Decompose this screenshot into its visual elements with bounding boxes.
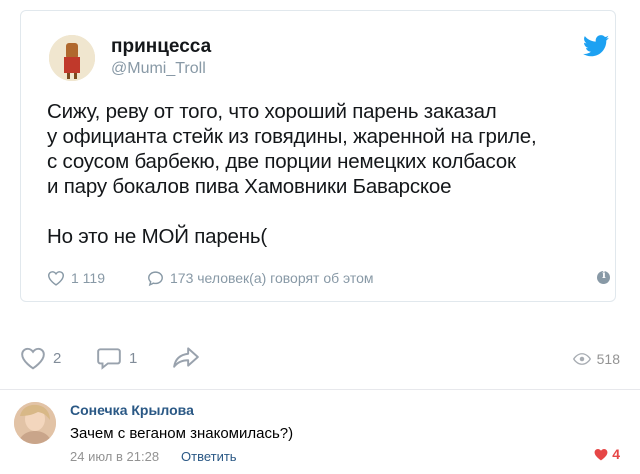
twitter-bird-icon[interactable]: [583, 35, 609, 57]
post-views: 518: [572, 351, 620, 367]
tweet-talking-text: 173 человек(а) говорят об этом: [170, 270, 374, 286]
tweet-author-handle[interactable]: @Mumi_Troll: [111, 60, 206, 78]
comment-like-count: 4: [612, 446, 620, 462]
tweet-line: и пару бокалов пива Хамовники Баварское: [47, 175, 452, 198]
comment-like-button[interactable]: 4: [594, 446, 620, 462]
tweet-like-count: 1 119: [71, 270, 105, 286]
avatar-photo-icon: [14, 402, 56, 444]
post-like-count: 2: [53, 349, 62, 367]
divider: [0, 389, 640, 390]
tweet-line: у официанта стейк из говядины, жаренной …: [47, 125, 537, 148]
tweet-conversation-button[interactable]: 173 человек(а) говорят об этом: [147, 267, 374, 289]
post-views-count: 518: [596, 351, 620, 367]
tweet-line: Но это не МОЙ парень(: [47, 225, 267, 248]
post-comment-button[interactable]: 1: [96, 346, 137, 370]
tweet-text: Сижу, реву от того, что хороший парень з…: [47, 99, 607, 249]
heart-filled-icon: [594, 448, 608, 460]
avatar-figure-icon: [49, 35, 95, 81]
comment-text: Зачем с веганом знакомилась?): [70, 425, 294, 442]
speech-bubble-icon: [148, 270, 163, 286]
comment-reply-link[interactable]: Ответить: [181, 449, 237, 464]
tweet-author-name[interactable]: принцесса: [111, 36, 211, 58]
post-like-button[interactable]: 2: [20, 346, 61, 370]
tweet-card: принцесса @Mumi_Troll Сижу, реву от того…: [20, 10, 616, 302]
post-share-button[interactable]: [172, 346, 200, 368]
tweet-like-button[interactable]: 1 119: [47, 267, 105, 289]
tweet-line: Сижу, реву от того, что хороший парень з…: [47, 100, 497, 123]
comment-timestamp[interactable]: 24 июл в 21:28: [70, 449, 159, 464]
comment-bubble-icon: [97, 348, 121, 370]
comment-avatar[interactable]: [14, 402, 56, 444]
tweet-footer: 1 119 173 человек(а) говорят об этом: [47, 267, 610, 289]
tweet-avatar[interactable]: [49, 35, 95, 81]
share-arrow-icon: [173, 347, 199, 368]
tweet-line: с соусом барбекю, две порции немецких ко…: [47, 150, 516, 173]
comment-author[interactable]: Сонечка Крылова: [70, 402, 194, 418]
info-icon[interactable]: [597, 270, 610, 284]
post-comment-count: 1: [129, 349, 138, 367]
post-actions-bar: 2 1 518: [0, 338, 640, 378]
heart-outline-icon: [47, 271, 65, 286]
heart-outline-icon: [21, 347, 45, 370]
eye-icon: [572, 353, 591, 365]
